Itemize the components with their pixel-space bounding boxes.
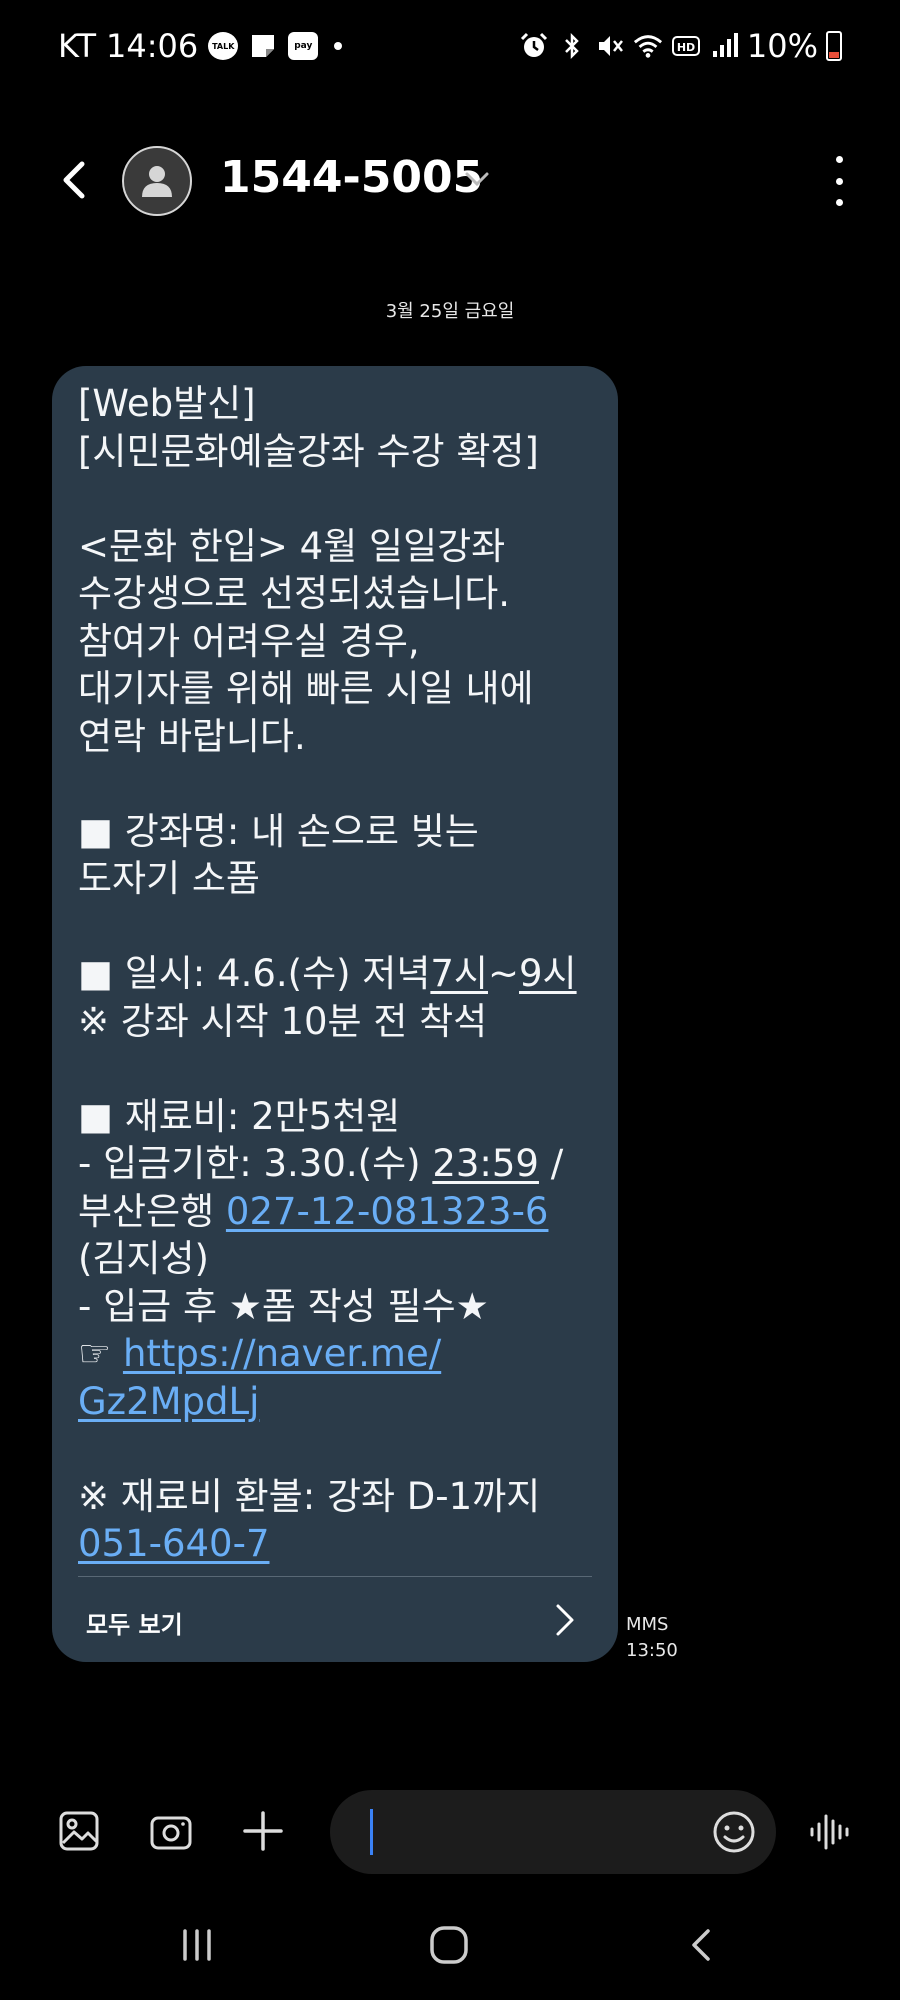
home-button[interactable] bbox=[419, 1922, 479, 1968]
back-button[interactable] bbox=[48, 155, 98, 205]
emoji-icon[interactable] bbox=[710, 1808, 758, 1856]
voice-recorder-button[interactable] bbox=[808, 1810, 854, 1854]
more-notifications-dot bbox=[334, 42, 343, 50]
message-bubble[interactable]: [Web발신] [시민문화예술강좌 수강 확정] <문화 한입> 4월 일일강좌 수… bbox=[52, 366, 618, 1662]
bank-text: 부산은행 bbox=[78, 1189, 226, 1233]
chevron-right-icon bbox=[556, 1604, 574, 1636]
msg-line: ※ 재료비 환불: 강좌 D-1까지 bbox=[78, 1474, 541, 1518]
pointing-hand-icon: ☞ bbox=[78, 1332, 123, 1375]
message-time: 13:50 bbox=[626, 1640, 678, 1661]
back-arrow-icon bbox=[692, 1929, 710, 1961]
system-back-button[interactable] bbox=[671, 1922, 731, 1968]
battery-percent: 10% bbox=[746, 27, 818, 65]
gallery-button[interactable] bbox=[56, 1808, 102, 1854]
kakaotalk-icon: TALK bbox=[208, 32, 239, 60]
msg-line: (김지성) bbox=[78, 1237, 209, 1280]
msg-line: - 입금 후 ★폼 작성 필수★ bbox=[78, 1284, 489, 1328]
more-options-button[interactable] bbox=[824, 156, 854, 206]
msg-line: <문화 한입> 4월 일일강좌 bbox=[78, 524, 506, 568]
battery-icon bbox=[826, 31, 842, 61]
back-arrow-icon bbox=[63, 161, 85, 199]
person-icon bbox=[142, 166, 172, 197]
slash-text: / bbox=[538, 1142, 564, 1185]
url-link[interactable]: https://naver.me/ bbox=[123, 1332, 441, 1375]
status-bar-right: HD 10% bbox=[519, 24, 842, 68]
clock-time: 14:06 bbox=[106, 27, 199, 65]
date-separator: 3월 25일 금요일 bbox=[385, 301, 515, 322]
recent-apps-button[interactable] bbox=[167, 1922, 227, 1968]
phone-number-link[interactable]: 051-640-7 bbox=[78, 1522, 270, 1565]
msg-line: ■ 재료비: 2만5천원 bbox=[78, 1094, 401, 1138]
msg-blank bbox=[78, 903, 592, 951]
note-icon bbox=[248, 31, 278, 61]
camera-button[interactable] bbox=[148, 1808, 194, 1854]
recent-apps-icon bbox=[183, 1929, 211, 1961]
message-input[interactable] bbox=[330, 1790, 776, 1874]
message-meta: MMS 13:50 bbox=[626, 1612, 678, 1664]
account-number-link[interactable]: 027-12-081323-6 bbox=[226, 1190, 549, 1233]
plus-icon bbox=[243, 1811, 283, 1851]
time-end-link[interactable]: 9시 bbox=[519, 952, 577, 995]
more-dot-icon bbox=[835, 156, 843, 163]
svg-text:HD: HD bbox=[677, 41, 695, 54]
status-bar-left: KT 14:06 TALK pay bbox=[58, 24, 343, 68]
compose-bar bbox=[0, 1790, 900, 1874]
signal-icon bbox=[709, 31, 739, 61]
home-icon bbox=[430, 1926, 468, 1964]
carrier-name: KT bbox=[58, 27, 97, 65]
chevron-down-icon bbox=[465, 172, 489, 187]
msg-line: ■ 일시: 4.6.(수) 저녁7시~9시 bbox=[78, 950, 592, 998]
msg-line: ■ 강좌명: 내 손으로 빚는 bbox=[78, 809, 479, 853]
msg-line: 부산은행 027-12-081323-6 bbox=[78, 1188, 592, 1236]
msg-line: Gz2MpdLj bbox=[78, 1378, 592, 1426]
msg-blank bbox=[78, 1045, 592, 1093]
deadline-text: - 입금기한: 3.30.(수) bbox=[78, 1142, 433, 1185]
navigation-bar bbox=[0, 1910, 900, 1980]
msg-line: 대기자를 위해 빠른 시일 내에 bbox=[78, 667, 534, 710]
msg-line: 참여가 어려우실 경우, bbox=[78, 619, 420, 663]
msg-blank bbox=[78, 760, 592, 808]
msg-line: 수강생으로 선정되셨습니다. bbox=[78, 572, 511, 615]
msg-line: 도자기 소품 bbox=[78, 857, 260, 900]
more-dot-icon bbox=[835, 199, 843, 206]
bluetooth-icon bbox=[557, 31, 587, 61]
contact-avatar[interactable] bbox=[122, 146, 192, 216]
wifi-icon bbox=[633, 31, 663, 61]
view-all-button[interactable]: 모두 보기 bbox=[52, 1577, 618, 1662]
msg-line: ☞ https://naver.me/ bbox=[78, 1330, 592, 1378]
msg-line: [Web발신] bbox=[78, 382, 256, 425]
conversation-header: 1544-5005 bbox=[0, 140, 900, 220]
msg-blank bbox=[78, 1425, 592, 1473]
time-start-link[interactable]: 7시 bbox=[430, 952, 488, 995]
alarm-icon bbox=[519, 31, 549, 61]
add-attachment-button[interactable] bbox=[240, 1808, 286, 1854]
contact-dropdown-button[interactable] bbox=[462, 164, 492, 194]
deadline-time-link[interactable]: 23:59 bbox=[432, 1142, 539, 1185]
more-dot-icon bbox=[835, 177, 843, 185]
msg-line: 연락 바랍니다. bbox=[78, 714, 306, 758]
msg-line: 051-640-7 bbox=[78, 1520, 592, 1568]
mute-icon bbox=[595, 31, 625, 61]
msg-line: ※ 강좌 시작 10분 전 착석 bbox=[78, 999, 488, 1043]
camera-icon bbox=[150, 1816, 192, 1850]
view-all-label: 모두 보기 bbox=[86, 1611, 183, 1639]
message-type: MMS bbox=[626, 1614, 669, 1635]
msg-line: - 입금기한: 3.30.(수) 23:59 / bbox=[78, 1140, 592, 1188]
schedule-text: ■ 일시: 4.6.(수) 저녁 bbox=[78, 952, 431, 995]
hd-voice-icon: HD bbox=[671, 31, 701, 61]
pay-icon: pay bbox=[288, 32, 319, 60]
url-link-continued[interactable]: Gz2MpdLj bbox=[78, 1380, 259, 1423]
status-bar: KT 14:06 TALK pay HD 10% bbox=[0, 0, 900, 92]
text-caret bbox=[370, 1809, 373, 1855]
tilde-text: ~ bbox=[487, 952, 519, 995]
msg-blank bbox=[78, 475, 592, 523]
message-text: [Web발신] [시민문화예술강좌 수강 확정] <문화 한입> 4월 일일강좌 수… bbox=[78, 380, 592, 1568]
contact-name[interactable]: 1544-5005 bbox=[220, 152, 483, 203]
image-icon bbox=[59, 1811, 99, 1851]
msg-line: [시민문화예술강좌 수강 확정] bbox=[78, 429, 539, 473]
